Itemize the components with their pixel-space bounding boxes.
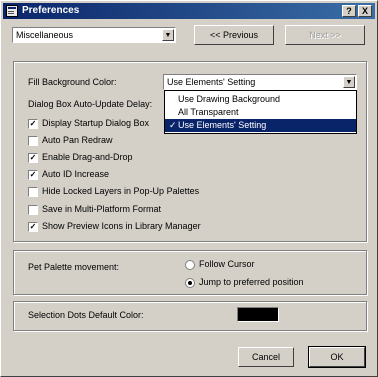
previous-button[interactable]: << Previous — [194, 25, 274, 45]
chevron-down-icon[interactable]: ▼ — [162, 29, 174, 41]
checkbox-box[interactable]: ✓ — [28, 222, 38, 232]
dropdown-option-elements-setting[interactable]: ✓ Use Elements' Setting — [165, 119, 356, 132]
selection-dots-color-swatch[interactable] — [237, 307, 279, 322]
checkbox-box[interactable] — [28, 136, 38, 146]
palette-movement-group — [13, 250, 367, 295]
checkbox-label: Auto ID Increase — [42, 169, 110, 179]
radio-label: Follow Cursor — [199, 259, 255, 269]
help-button[interactable]: ? — [342, 5, 356, 17]
checkbox-label: Hide Locked Layers in Pop-Up Palettes — [42, 186, 200, 196]
fill-background-label: Fill Background Color: — [28, 77, 117, 87]
fill-background-dropdown: Use Drawing Background All Transparent ✓… — [164, 90, 357, 134]
fill-background-select[interactable]: Use Elements' Setting ▼ — [163, 74, 357, 90]
category-select-value: Miscellaneous — [16, 30, 74, 40]
dropdown-option-label: Use Drawing Background — [178, 94, 281, 104]
checkbox-label: Enable Drag-and-Drop — [42, 152, 133, 162]
dropdown-option-label: All Transparent — [178, 107, 239, 117]
next-button[interactable]: Next >> — [285, 25, 365, 45]
fill-background-value: Use Elements' Setting — [167, 77, 256, 87]
title-bar: Preferences ? X — [3, 3, 375, 19]
dropdown-option-label: Use Elements' Setting — [178, 120, 267, 130]
radio-button[interactable] — [185, 278, 195, 288]
cancel-button[interactable]: Cancel — [238, 347, 294, 367]
preferences-dialog: Preferences ? X Miscellaneous ▼ << Previ… — [0, 0, 378, 377]
window-title: Preferences — [22, 5, 80, 16]
dropdown-option-drawing-background[interactable]: Use Drawing Background — [165, 93, 356, 106]
checkbox-box[interactable]: ✓ — [28, 119, 38, 129]
chevron-down-icon[interactable]: ▼ — [343, 76, 355, 88]
checkbox-box[interactable]: ✓ — [28, 170, 38, 180]
app-icon — [6, 5, 18, 17]
checkbox-label: Display Startup Dialog Box — [42, 118, 150, 128]
selection-dots-label: Selection Dots Default Color: — [28, 310, 144, 320]
checkbox-box[interactable] — [28, 187, 38, 197]
checkbox-box[interactable]: ✓ — [28, 153, 38, 163]
checkbox-label: Show Preview Icons in Library Manager — [42, 221, 201, 231]
checkbox-box[interactable] — [28, 205, 38, 215]
checkbox-label: Save in Multi-Platform Format — [42, 204, 162, 214]
radio-label: Jump to preferred position — [199, 277, 304, 287]
palette-movement-label: Pet Palette movement: — [28, 262, 120, 272]
checkbox-label: Auto Pan Redraw — [42, 135, 113, 145]
dropdown-option-all-transparent[interactable]: All Transparent — [165, 106, 356, 119]
autoupdate-delay-label: Dialog Box Auto-Update Delay: — [28, 99, 153, 109]
ok-button[interactable]: OK — [308, 346, 366, 368]
close-button[interactable]: X — [358, 5, 372, 17]
radio-button[interactable] — [185, 260, 195, 270]
checkmark-icon: ✓ — [169, 120, 177, 130]
category-select[interactable]: Miscellaneous ▼ — [12, 27, 176, 43]
